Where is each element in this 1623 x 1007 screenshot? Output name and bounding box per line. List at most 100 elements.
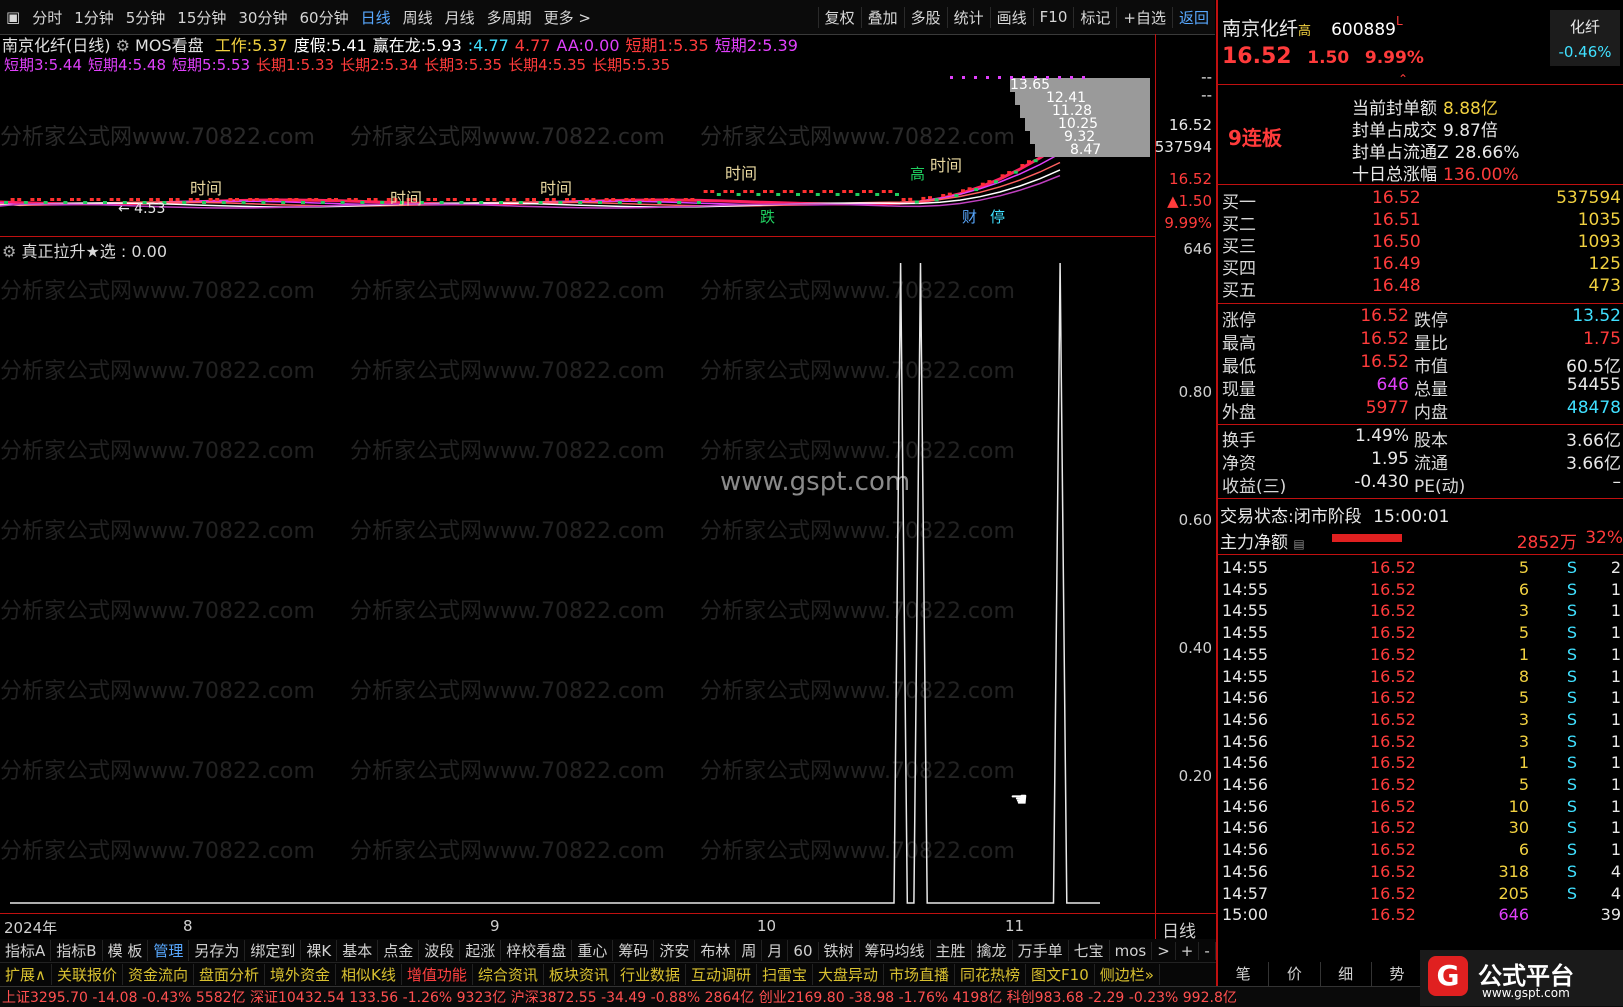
period-tab[interactable]: 分时 xyxy=(26,7,68,28)
period-tab[interactable]: 更多 > xyxy=(538,7,597,28)
indicator-tab[interactable]: > xyxy=(1152,941,1176,960)
watermark-text: 分析家公式网www.70822.com xyxy=(0,279,315,304)
extension-tab[interactable]: 大盘异动 xyxy=(813,964,884,985)
price-chart[interactable]: 分析家公式网www.70822.com 分析家公式网www.70822.com 分析… xyxy=(0,74,1155,234)
extension-tab[interactable]: 综合资讯 xyxy=(473,964,544,985)
period-tab[interactable]: 1分钟 xyxy=(68,7,120,28)
indicator-tab[interactable]: 重心 xyxy=(572,940,614,961)
indicator-tab[interactable]: 另存为 xyxy=(189,940,246,961)
period-tab[interactable]: 多周期 xyxy=(481,7,538,28)
extension-tab[interactable]: 盘面分析 xyxy=(194,964,266,985)
indicator-tab[interactable]: 起涨 xyxy=(460,940,502,961)
indicator-tab[interactable]: 筹码均线 xyxy=(860,940,931,961)
indicator-tab[interactable]: 指标A xyxy=(0,940,52,961)
toolbar-action[interactable]: +自选 xyxy=(1116,6,1172,28)
extension-tab[interactable]: 行业数据 xyxy=(615,964,686,985)
toolbar-action[interactable]: 画线 xyxy=(989,6,1033,28)
tick-view-tab[interactable]: 细 xyxy=(1321,962,1372,986)
seal-info-value: 136.00% xyxy=(1443,165,1519,185)
extension-tab[interactable]: 关联报价 xyxy=(52,964,123,985)
settings-icon[interactable]: ⚙ xyxy=(116,36,130,55)
indicator-label: 度假: xyxy=(293,36,332,55)
bid-row[interactable]: 买五 16.48 473 xyxy=(1222,276,1621,301)
indicator-tab[interactable]: 月 xyxy=(762,940,789,961)
indicator-axis-top: 646 xyxy=(1183,240,1212,258)
indicator-tab[interactable]: 裸K xyxy=(301,940,338,961)
extension-tab[interactable]: 侧边栏» xyxy=(1095,964,1160,985)
period-tab[interactable]: 周线 xyxy=(397,7,439,28)
toolbar-action[interactable]: F10 xyxy=(1032,8,1074,26)
sector-box[interactable]: 化纤 -0.46% xyxy=(1550,10,1620,66)
toolbar-action[interactable]: 返回 xyxy=(1171,6,1215,28)
bid-row[interactable]: 买三 16.50 1093 xyxy=(1222,232,1621,257)
indicator-tab[interactable]: 波段 xyxy=(419,940,461,961)
indicator-tab[interactable]: 点金 xyxy=(378,940,420,961)
stock-title: 南京化纤(日线) xyxy=(2,36,111,55)
indicator-tab[interactable]: 筹码 xyxy=(613,940,655,961)
candle xyxy=(23,201,28,204)
market-status-bar: 上证3295.70 -14.08 -0.43% 5582亿 深证10432.54… xyxy=(0,986,1623,1007)
extension-tab[interactable]: 市场直播 xyxy=(884,964,956,985)
tick-view-tab[interactable]: 价 xyxy=(1269,962,1321,986)
extension-tab[interactable]: 同花热榜 xyxy=(955,964,1027,985)
extension-tab[interactable]: 板块资讯 xyxy=(544,964,615,985)
main-flow-icon[interactable]: ▤ xyxy=(1293,537,1304,551)
indicator-tab[interactable]: 主胜 xyxy=(931,940,972,961)
toolbar-action[interactable]: 统计 xyxy=(946,6,990,28)
tick-time: 14:56 xyxy=(1222,818,1269,838)
indicator-tab[interactable]: 铁树 xyxy=(819,940,860,961)
toolbar-menu-icon[interactable]: ▣ xyxy=(0,8,26,26)
toolbar-action[interactable]: 标记 xyxy=(1073,6,1116,28)
extension-tab[interactable]: 相似K线 xyxy=(336,964,402,985)
indicator-tab[interactable]: 七宝 xyxy=(1069,940,1110,961)
toolbar-action[interactable]: 多股 xyxy=(903,6,947,28)
indicator-tab[interactable]: 管理 xyxy=(148,940,190,961)
indicator-tab[interactable]: 布林 xyxy=(695,940,737,961)
period-tab[interactable]: 5分钟 xyxy=(120,7,172,28)
indicator-tab[interactable]: 绑定到 xyxy=(245,940,302,961)
period-tab[interactable]: 30分钟 xyxy=(232,7,293,28)
candle xyxy=(1020,164,1025,168)
tick-volume: 1 xyxy=(1518,644,1529,664)
extension-tab[interactable]: 互动调研 xyxy=(686,964,757,985)
indicator-tab[interactable]: 擒龙 xyxy=(972,940,1013,961)
period-tab[interactable]: 15分钟 xyxy=(171,7,232,28)
extension-tab[interactable]: 境外资金 xyxy=(265,964,337,985)
indicator-tab[interactable]: 周 xyxy=(736,940,763,961)
toolbar-action[interactable]: 叠加 xyxy=(860,6,904,28)
bid-row[interactable]: 买二 16.51 1035 xyxy=(1222,210,1621,235)
indicator-tab[interactable]: 济安 xyxy=(654,940,696,961)
tick-view-tab[interactable]: 势 xyxy=(1372,962,1423,986)
tick-view-tabs: 笔价细势 xyxy=(1218,962,1423,986)
tick-view-tab[interactable]: 笔 xyxy=(1218,962,1270,986)
indicator-chart[interactable]: 分析家公式网www.70822.com 分析家公式网www.70822.com 分析… xyxy=(0,258,1155,913)
bid-row[interactable]: 买四 16.49 125 xyxy=(1222,254,1621,279)
indicator-tab[interactable]: 指标B xyxy=(51,940,103,961)
period-tab[interactable]: 日线 xyxy=(355,7,397,28)
indicator-tab[interactable]: + xyxy=(1176,941,1200,960)
indicator-tab[interactable]: mos xyxy=(1110,941,1153,960)
indicator-tab[interactable]: 60 xyxy=(788,941,819,960)
tick-list[interactable]: 14:55 16.52 5 S 2 14:55 16.52 6 S 1 14:55 16.52 3 S 1 1… xyxy=(1218,558,1623,958)
indicator-tab[interactable]: 万手单 xyxy=(1013,940,1069,961)
indicator-tab[interactable]: - xyxy=(1199,941,1216,960)
ting-marker-label: 停 xyxy=(990,208,1005,226)
period-tab[interactable]: 60分钟 xyxy=(293,7,354,28)
stats-row: 涨停 16.52 跌停 13.52 xyxy=(1222,306,1621,331)
extension-tab[interactable]: 资金流向 xyxy=(123,964,195,985)
watermark-text: 分析家公式网www.70822.com xyxy=(0,519,315,544)
stock-name-block: 南京化纤高 600889L xyxy=(1222,14,1403,41)
extension-tab[interactable]: 扩展∧ xyxy=(0,964,52,985)
indicator-axis-tick: 0.80 xyxy=(1178,383,1212,401)
extension-tab[interactable]: 图文F10 xyxy=(1026,964,1095,985)
period-tab[interactable]: 月线 xyxy=(439,7,481,28)
indicator-tab[interactable]: 梓校看盘 xyxy=(501,940,573,961)
toolbar-action[interactable]: 复权 xyxy=(817,6,861,28)
indicator-name[interactable]: MOS看盘 xyxy=(135,36,204,55)
indicator-tab[interactable]: 基本 xyxy=(337,940,379,961)
candle xyxy=(532,198,536,201)
extension-tab[interactable]: 扫雷宝 xyxy=(757,964,813,985)
extension-tab[interactable]: 增值功能 xyxy=(402,964,473,985)
bid-row[interactable]: 买一 16.52 537594 xyxy=(1222,188,1621,213)
indicator-tab[interactable]: 模 板 xyxy=(103,940,149,961)
